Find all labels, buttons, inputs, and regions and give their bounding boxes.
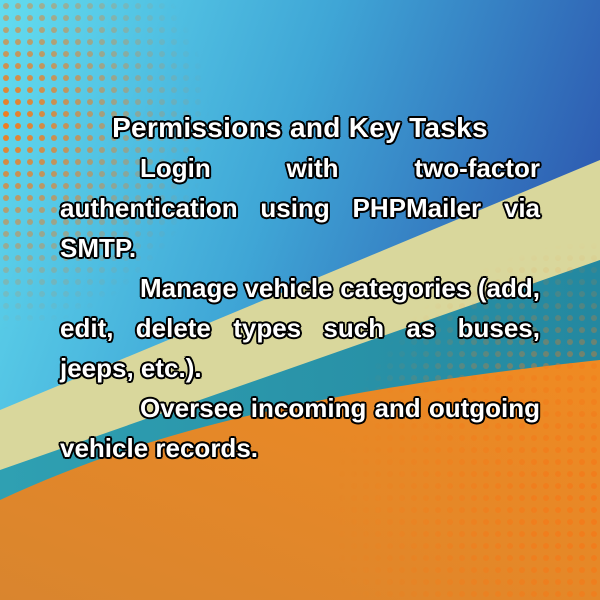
text-block: Permissions and Key Tasks Login with two… (60, 108, 540, 468)
task-records: Oversee incoming and outgoing vehicle re… (60, 393, 540, 463)
poster-canvas: Permissions and Key Tasks Login with two… (0, 0, 600, 600)
heading: Permissions and Key Tasks (112, 112, 488, 143)
task-login: Login with two-factor authentication usi… (60, 153, 540, 263)
task-categories: Manage vehicle categories (add, edit, de… (60, 273, 540, 383)
